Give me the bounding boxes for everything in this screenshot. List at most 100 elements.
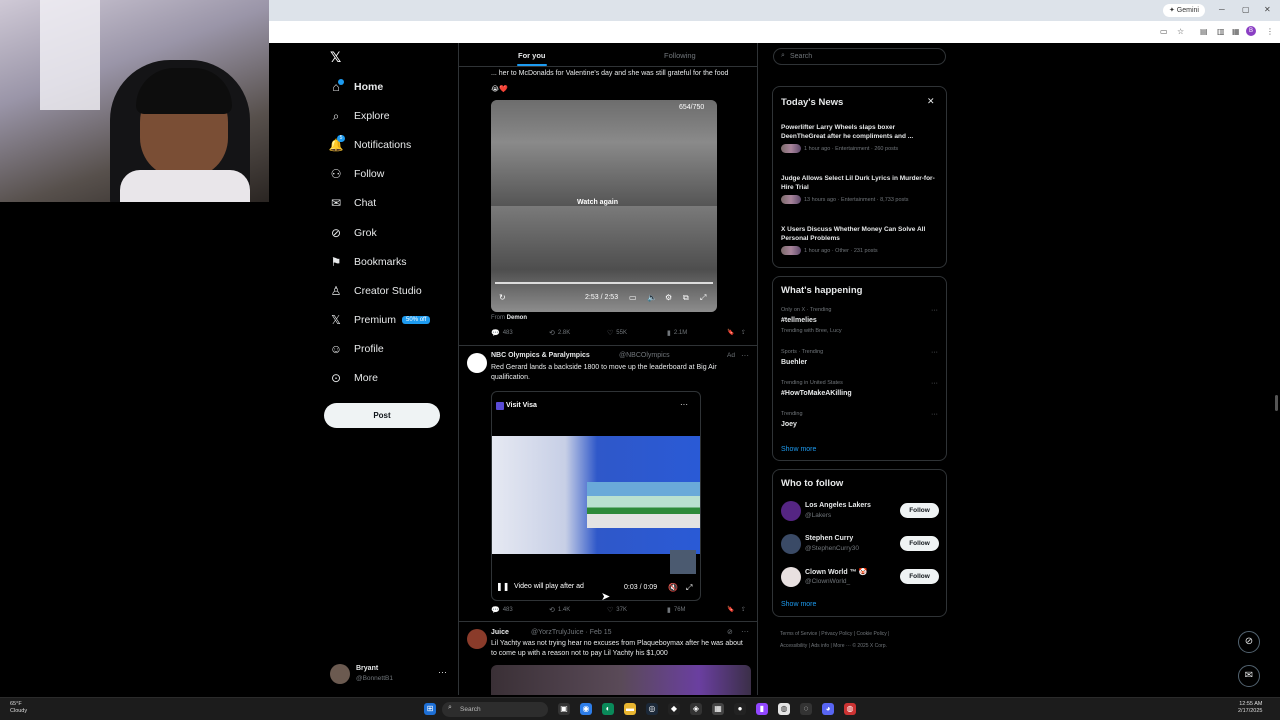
captions-icon[interactable]: ▭	[629, 293, 637, 302]
gemini-button[interactable]: ✦ Gemini	[1163, 4, 1205, 17]
extensions-icon[interactable]: ▤	[1200, 27, 1208, 36]
like-button[interactable]: ♡ 37K	[607, 606, 627, 614]
nav-item-home[interactable]: ⌂ Home	[328, 77, 383, 97]
trend-name[interactable]: Buehler	[781, 359, 807, 366]
news-headline[interactable]: Judge Allows Select Lil Durk Lyrics in M…	[781, 174, 939, 192]
copilot-icon[interactable]: ◉	[580, 703, 592, 715]
views-button[interactable]: ▮ 76M	[667, 606, 686, 614]
nav-item-more[interactable]: ⊙ More	[328, 368, 378, 388]
post-button[interactable]: Post	[324, 403, 440, 428]
browser-menu-icon[interactable]: ⋮	[1266, 27, 1274, 36]
repost-button[interactable]: ⟲ 1.4K	[549, 606, 570, 614]
nav-item-profile[interactable]: ☺ Profile	[328, 339, 384, 359]
tweet-video[interactable]	[491, 665, 751, 695]
share-icon[interactable]: ⇪	[741, 606, 746, 613]
taskbar-clock[interactable]: 12:55 AM 2/17/2025	[1238, 701, 1262, 715]
weather-widget[interactable]: 65°F Cloudy	[10, 701, 27, 715]
follow-button[interactable]: Follow	[900, 503, 939, 518]
more-icon[interactable]: ···	[931, 411, 938, 418]
follow-button[interactable]: Follow	[900, 569, 939, 584]
app-icon[interactable]: ◌	[800, 703, 812, 715]
settings-icon[interactable]: ⚙	[665, 293, 672, 302]
bookmark-button[interactable]: 🔖	[727, 329, 734, 336]
split-view-icon[interactable]: ▥	[1217, 27, 1225, 36]
chrome-icon[interactable]: ◍	[778, 703, 790, 715]
bookmark-button[interactable]: 🔖	[727, 606, 734, 613]
maximize-icon[interactable]: ▢	[1242, 5, 1250, 14]
tweet-author-handle[interactable]: @YorzTrulyJuice · Feb 15	[531, 629, 612, 636]
tab-for-you[interactable]: For you	[518, 51, 546, 60]
nav-item-bookmarks[interactable]: ⚑ Bookmarks	[328, 252, 407, 272]
avatar[interactable]	[467, 353, 487, 373]
nav-item-follow[interactable]: ⚇ Follow	[328, 164, 385, 184]
nav-item-premium[interactable]: 𝕏 Premium 50% off	[328, 310, 431, 330]
more-dots-icon[interactable]: ···	[438, 667, 447, 677]
follow-button[interactable]: Follow	[900, 536, 939, 551]
browser-profile-avatar[interactable]: B	[1246, 26, 1256, 36]
more-icon[interactable]: ···	[741, 351, 749, 360]
nav-item-grok[interactable]: ⊘ Grok	[328, 223, 377, 243]
video-progress-bar[interactable]	[495, 282, 713, 284]
reply-button[interactable]: 💬 483	[491, 606, 513, 614]
more-icon[interactable]: ···	[680, 400, 688, 409]
share-icon[interactable]: ⇪	[741, 329, 746, 336]
volume-icon[interactable]: 🔈	[647, 293, 657, 302]
bookmark-star-icon[interactable]: ☆	[1177, 27, 1184, 36]
app-icon[interactable]: ◈	[690, 703, 702, 715]
suggested-account-name[interactable]: Stephen Curry	[805, 535, 853, 542]
more-icon[interactable]: ···	[931, 380, 938, 387]
trend-name[interactable]: #tellmelies	[781, 317, 817, 324]
views-button[interactable]: ▮ 2.1M	[667, 329, 687, 337]
show-more-link[interactable]: Show more	[781, 601, 816, 608]
more-icon[interactable]: ···	[931, 307, 938, 314]
edge-icon[interactable]: ◐	[602, 703, 614, 715]
nav-item-creator-studio[interactable]: ♙ Creator Studio	[328, 281, 422, 301]
more-icon[interactable]: ···	[741, 627, 749, 636]
file-explorer-icon[interactable]: ▬	[624, 703, 636, 715]
windows-start-icon[interactable]: ⊞	[424, 703, 436, 715]
steam-icon[interactable]: ◎	[646, 703, 658, 715]
footer-links[interactable]: Terms of Service | Privacy Policy | Cook…	[780, 628, 950, 652]
pip-icon[interactable]: ⧉	[683, 293, 689, 303]
like-button[interactable]: ♡ 55K	[607, 329, 627, 337]
footer-line[interactable]: Accessibility | Ads info | More ··· © 20…	[780, 640, 950, 652]
news-headline[interactable]: X Users Discuss Whether Money Can Solve …	[781, 225, 939, 243]
footer-line[interactable]: Terms of Service | Privacy Policy | Cook…	[780, 628, 950, 640]
pause-icon[interactable]: ❚❚	[496, 582, 509, 591]
reply-button[interactable]: 💬 483	[491, 329, 513, 337]
nav-item-chat[interactable]: ✉ Chat	[328, 193, 376, 213]
more-icon[interactable]: ···	[931, 349, 938, 356]
watch-again-button[interactable]: Watch again	[577, 199, 618, 206]
account-switcher[interactable]: Bryant @BonnettB1 ···	[330, 663, 450, 685]
visit-visa-link[interactable]: Visit Visa	[506, 402, 537, 409]
discord-icon[interactable]: ◕	[822, 703, 834, 715]
app-icon[interactable]: ▦	[712, 703, 724, 715]
tweet-author-handle[interactable]: @NBCOlympics	[619, 352, 670, 359]
mute-icon[interactable]: 🔇	[668, 583, 678, 592]
tweet-video[interactable]: Visit Visa ··· ❚❚ Video will play after …	[491, 391, 701, 601]
obs-icon[interactable]: ●	[734, 703, 746, 715]
avatar[interactable]	[781, 501, 801, 521]
messages-icon[interactable]: ✉	[1238, 665, 1260, 687]
trend-name[interactable]: Joey	[781, 421, 797, 428]
suggested-account-name[interactable]: Los Angeles Lakers	[805, 502, 871, 509]
nav-item-notifications[interactable]: 🔔 5 Notifications	[328, 135, 411, 155]
ad-thumbnail[interactable]	[670, 550, 696, 574]
tweet-author-name[interactable]: NBC Olympics & Paralympics	[491, 352, 590, 359]
trend-name[interactable]: #HowToMakeAKilling	[781, 390, 852, 397]
epic-icon[interactable]: ◆	[668, 703, 680, 715]
x-logo-icon[interactable]: 𝕏	[330, 50, 344, 64]
nav-item-explore[interactable]: ⌕ Explore	[328, 106, 390, 126]
repost-button[interactable]: ⟲ 2.8K	[549, 329, 570, 337]
task-view-icon[interactable]: ▣	[558, 703, 570, 715]
twitch-icon[interactable]: ▮	[756, 703, 768, 715]
scrollbar-thumb[interactable]	[1275, 395, 1278, 411]
show-more-link[interactable]: Show more	[781, 446, 816, 453]
install-app-icon[interactable]: ▭	[1160, 27, 1168, 36]
news-headline[interactable]: Powerlifter Larry Wheels slaps boxer Dee…	[781, 123, 939, 141]
minimize-icon[interactable]: ─	[1219, 5, 1225, 14]
fullscreen-icon[interactable]: ⤢	[686, 583, 692, 593]
sidebar-icon[interactable]: ▦	[1232, 27, 1240, 36]
taskbar-search[interactable]: ⌕ Search	[442, 702, 548, 717]
close-icon[interactable]: ✕	[927, 96, 935, 107]
